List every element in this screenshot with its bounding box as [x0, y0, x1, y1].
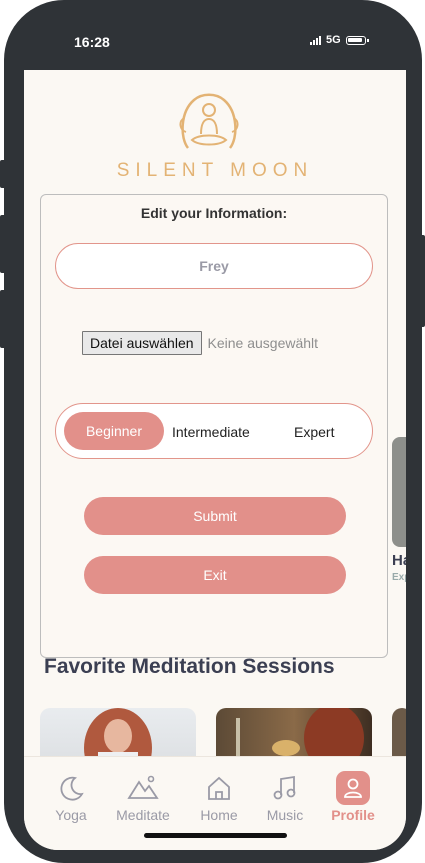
nav-label: Profile: [331, 807, 375, 823]
exit-button[interactable]: Exit: [84, 556, 346, 594]
favorites-title: Favorite Meditation Sessions: [44, 655, 335, 678]
level-intermediate[interactable]: Intermediate: [172, 404, 250, 460]
choose-file-button[interactable]: Datei auswählen: [82, 331, 202, 355]
nav-label: Music: [266, 807, 304, 823]
nav-label: Home: [200, 807, 238, 823]
session-card-subtitle: Exp: [392, 572, 406, 583]
moon-icon: [36, 771, 106, 805]
battery-icon: [345, 35, 369, 45]
signal-icon: [310, 35, 321, 45]
nav-meditate[interactable]: Meditate: [108, 757, 178, 823]
home-icon: [184, 771, 254, 805]
nav-label: Yoga: [55, 807, 87, 823]
nav-home[interactable]: Home: [184, 757, 254, 823]
profile-icon: [318, 771, 388, 805]
network-label: 5G: [326, 34, 341, 46]
brand-name: SILENT MOON: [116, 160, 314, 181]
level-beginner[interactable]: Beginner: [64, 412, 164, 450]
nav-yoga[interactable]: Yoga: [36, 757, 106, 823]
status-indicators: 5G: [310, 34, 369, 46]
nav-profile[interactable]: Profile: [318, 757, 388, 823]
level-selector: Beginner Intermediate Expert: [55, 403, 373, 459]
home-indicator: [144, 833, 287, 838]
app-screen: SILENT MOON Ha Exp Edit your Information…: [24, 70, 406, 850]
submit-button[interactable]: Submit: [84, 497, 346, 535]
modal-title: Edit your Information:: [140, 205, 288, 221]
mountain-icon: [108, 771, 178, 805]
bottom-nav: Yoga Meditate Home Music Profile: [24, 756, 406, 850]
status-time: 16:28: [74, 34, 110, 50]
file-picker: Datei auswählen Keine ausgewählt: [82, 331, 318, 355]
nav-label: Meditate: [116, 807, 170, 823]
silent-moon-logo: [179, 93, 239, 149]
name-input[interactable]: Frey: [55, 243, 373, 289]
session-card-title: Ha: [392, 552, 406, 569]
nav-music[interactable]: Music: [250, 757, 320, 823]
music-icon: [250, 771, 320, 805]
session-card-image[interactable]: [392, 437, 406, 547]
level-expert[interactable]: Expert: [294, 404, 334, 460]
edit-info-modal: Edit your Information: Frey Datei auswäh…: [40, 194, 388, 658]
file-status: Keine ausgewählt: [207, 335, 319, 351]
